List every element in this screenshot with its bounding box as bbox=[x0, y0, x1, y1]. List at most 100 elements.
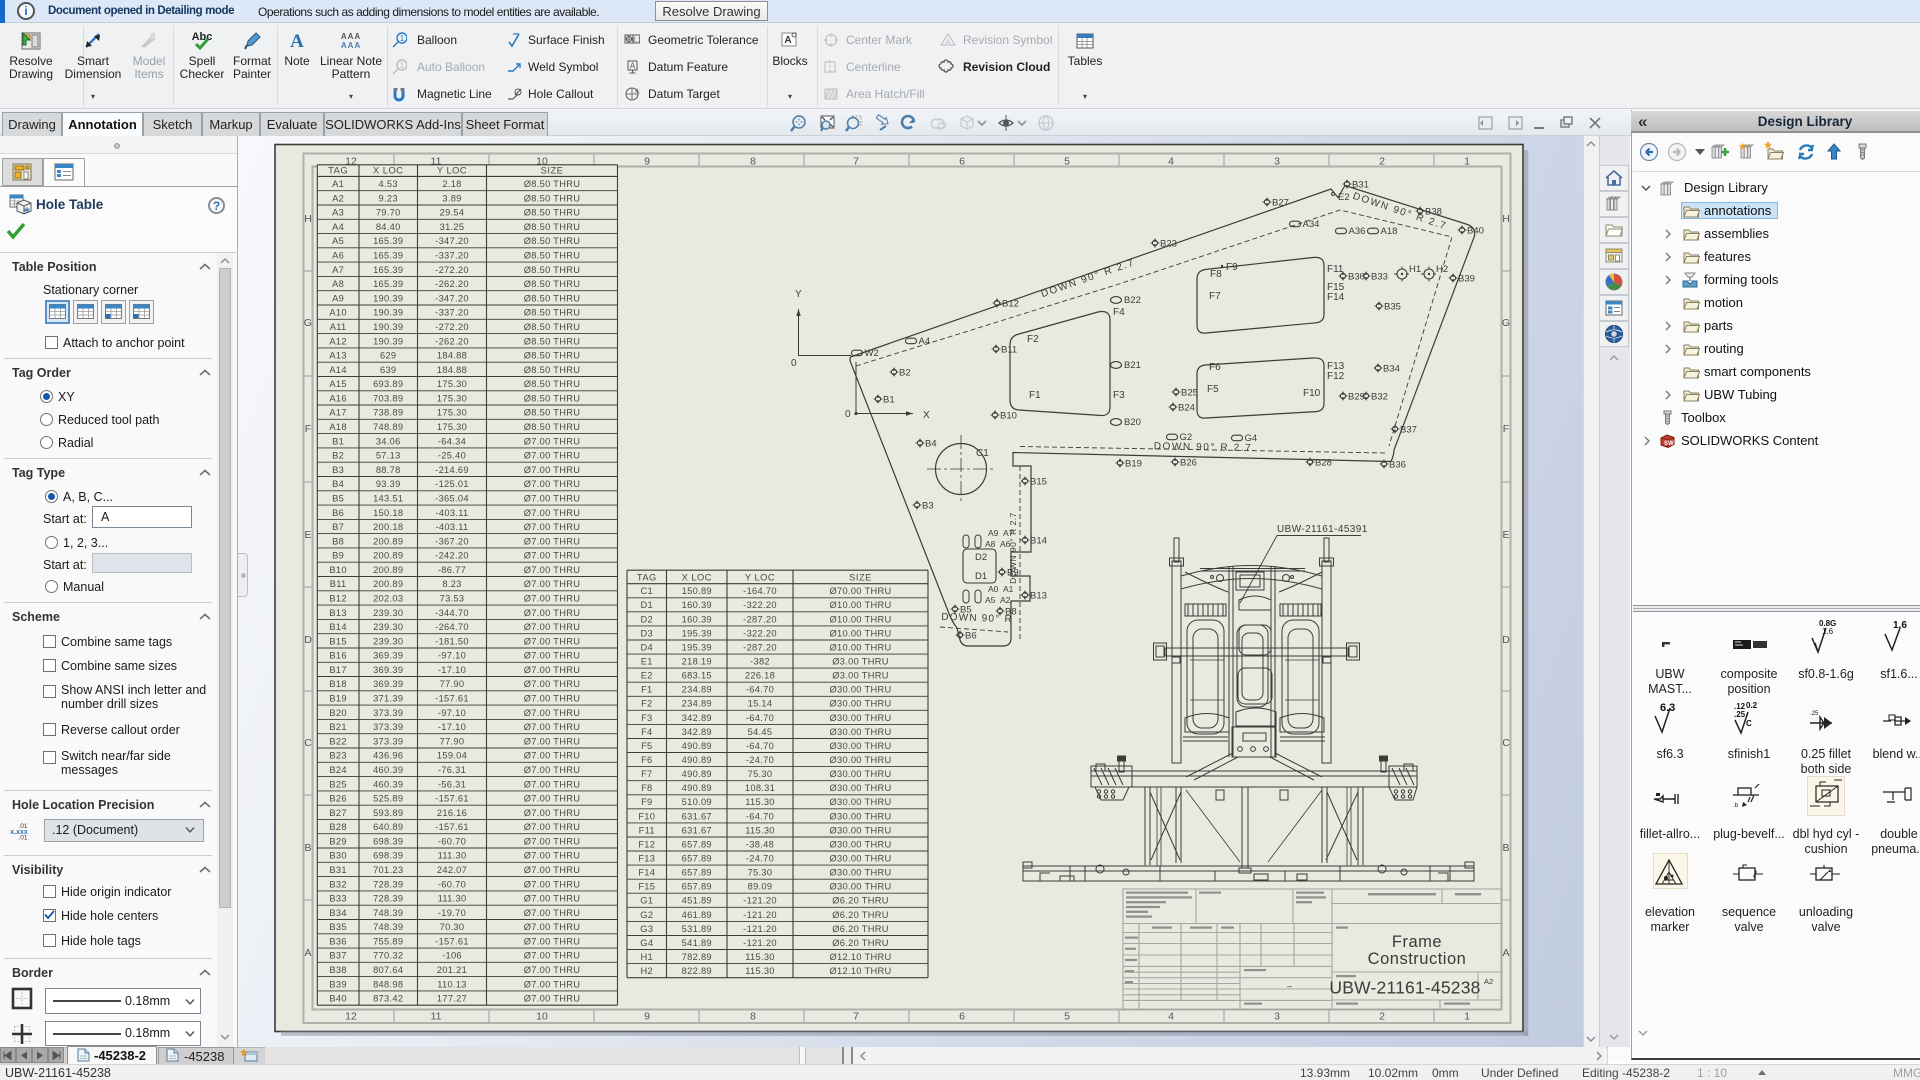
svg-text:Ø7.00 THRU: Ø7.00 THRU bbox=[524, 808, 581, 818]
svg-text:F10: F10 bbox=[1303, 388, 1321, 399]
svg-text:461.89: 461.89 bbox=[682, 910, 712, 920]
svg-text:190.39: 190.39 bbox=[373, 322, 403, 332]
svg-text:200.89: 200.89 bbox=[373, 551, 403, 561]
svg-text:165.39: 165.39 bbox=[373, 236, 403, 246]
svg-text:B8: B8 bbox=[332, 536, 344, 546]
svg-text:Ø7.00 THRU: Ø7.00 THRU bbox=[524, 579, 581, 589]
svg-text:7: 7 bbox=[853, 1011, 859, 1023]
svg-text:8: 8 bbox=[750, 156, 756, 168]
svg-text:B38: B38 bbox=[1425, 206, 1442, 217]
svg-text:G3: G3 bbox=[640, 924, 653, 934]
svg-text:G2: G2 bbox=[640, 910, 653, 920]
svg-text:Ø7.00 THRU: Ø7.00 THRU bbox=[524, 751, 581, 761]
svg-text:B2: B2 bbox=[899, 367, 911, 378]
svg-text:748.39: 748.39 bbox=[373, 922, 403, 932]
svg-text:79.70: 79.70 bbox=[376, 208, 401, 218]
svg-text:Ø10.00 THRU: Ø10.00 THRU bbox=[829, 643, 891, 653]
svg-text:B1: B1 bbox=[332, 436, 344, 446]
svg-text:807.64: 807.64 bbox=[373, 965, 403, 975]
svg-text:D: D bbox=[304, 634, 312, 646]
svg-text:525.89: 525.89 bbox=[373, 794, 403, 804]
svg-text:B4: B4 bbox=[332, 479, 344, 489]
svg-text:Ø7.00 THRU: Ø7.00 THRU bbox=[524, 636, 581, 646]
svg-text:B35: B35 bbox=[329, 922, 346, 932]
svg-text:B29: B29 bbox=[1348, 391, 1365, 402]
svg-text:-64.70: -64.70 bbox=[746, 713, 774, 723]
svg-text:75.30: 75.30 bbox=[748, 769, 773, 779]
svg-text:B30: B30 bbox=[1348, 271, 1365, 282]
svg-text:A5: A5 bbox=[985, 595, 996, 605]
svg-text:2.18: 2.18 bbox=[442, 179, 461, 189]
svg-text:Ø7.00 THRU: Ø7.00 THRU bbox=[524, 508, 581, 518]
svg-text:Y LOC: Y LOC bbox=[437, 165, 467, 175]
svg-text:703.89: 703.89 bbox=[373, 393, 403, 403]
svg-text:Ø7.00 THRU: Ø7.00 THRU bbox=[524, 479, 581, 489]
svg-text:239.30: 239.30 bbox=[373, 622, 403, 632]
svg-text:Ø12.10 THRU: Ø12.10 THRU bbox=[829, 966, 891, 976]
svg-text:-214.69: -214.69 bbox=[435, 465, 469, 475]
svg-text:-337.20: -337.20 bbox=[435, 251, 469, 261]
svg-text:0.2: 0.2 bbox=[1746, 701, 1758, 710]
svg-text:A7: A7 bbox=[332, 265, 344, 275]
svg-text:490.89: 490.89 bbox=[682, 783, 712, 793]
svg-text:-272.20: -272.20 bbox=[435, 322, 469, 332]
svg-text:Ø30.00 THRU: Ø30.00 THRU bbox=[829, 727, 891, 737]
svg-text:0.1: 0.1 bbox=[632, 37, 640, 44]
svg-text:B38: B38 bbox=[329, 965, 346, 975]
svg-text:B21: B21 bbox=[1124, 360, 1141, 371]
svg-text:B23: B23 bbox=[329, 751, 346, 761]
svg-text:728.39: 728.39 bbox=[373, 879, 403, 889]
svg-text:738.89: 738.89 bbox=[373, 408, 403, 418]
svg-text:AAA: AAA bbox=[341, 41, 361, 50]
svg-text:A2: A2 bbox=[332, 193, 344, 203]
svg-text:A0: A0 bbox=[988, 584, 999, 594]
svg-text:B18: B18 bbox=[329, 679, 346, 689]
svg-text:Ø7.00 THRU: Ø7.00 THRU bbox=[524, 665, 581, 675]
svg-text:698.39: 698.39 bbox=[373, 851, 403, 861]
svg-text:7: 7 bbox=[853, 156, 859, 168]
svg-text:H: H bbox=[304, 213, 312, 225]
svg-text:115.30: 115.30 bbox=[745, 825, 775, 835]
svg-text:B15: B15 bbox=[329, 636, 346, 646]
svg-text:Ø30.00 THRU: Ø30.00 THRU bbox=[829, 882, 891, 892]
svg-text:190.39: 190.39 bbox=[373, 293, 403, 303]
svg-text:234.89: 234.89 bbox=[682, 699, 712, 709]
svg-text:A: A bbox=[630, 62, 636, 71]
svg-text:Ø7.00 THRU: Ø7.00 THRU bbox=[524, 965, 581, 975]
svg-text:-403.11: -403.11 bbox=[436, 522, 469, 532]
svg-text:4: 4 bbox=[1168, 156, 1174, 168]
svg-text:Ø7.00 THRU: Ø7.00 THRU bbox=[524, 836, 581, 846]
svg-text:Ø30.00 THRU: Ø30.00 THRU bbox=[829, 854, 891, 864]
svg-text:143.51: 143.51 bbox=[373, 494, 403, 504]
svg-text:-365.04: -365.04 bbox=[435, 494, 469, 504]
svg-text:165.39: 165.39 bbox=[373, 251, 403, 261]
svg-text:Ø7.00 THRU: Ø7.00 THRU bbox=[524, 651, 581, 661]
svg-text:B19: B19 bbox=[1125, 458, 1142, 469]
svg-text:460.39: 460.39 bbox=[373, 779, 403, 789]
svg-text:G4: G4 bbox=[1245, 433, 1258, 444]
svg-text:4.53: 4.53 bbox=[379, 179, 398, 189]
svg-text:B13: B13 bbox=[1030, 590, 1047, 601]
svg-text:Frame: Frame bbox=[1392, 933, 1442, 951]
svg-text:Ø7.00 THRU: Ø7.00 THRU bbox=[524, 708, 581, 718]
svg-text:UBW-21161-45238: UBW-21161-45238 bbox=[1329, 978, 1480, 998]
svg-text:Y LOC: Y LOC bbox=[745, 573, 775, 583]
svg-text:242.07: 242.07 bbox=[437, 865, 467, 875]
svg-text:DOWN 90° R 2.7: DOWN 90° R 2.7 bbox=[1154, 441, 1253, 454]
svg-text:77.90: 77.90 bbox=[440, 679, 465, 689]
svg-text:177.27: 177.27 bbox=[437, 994, 467, 1004]
svg-text:200.89: 200.89 bbox=[373, 579, 403, 589]
svg-text:B11: B11 bbox=[330, 579, 347, 589]
svg-text:-322.20: -322.20 bbox=[743, 600, 777, 610]
svg-text:Ø30.00 THRU: Ø30.00 THRU bbox=[829, 755, 891, 765]
svg-text:-24.70: -24.70 bbox=[746, 854, 774, 864]
svg-text:F15: F15 bbox=[638, 882, 655, 892]
svg-text:Ø7.00 THRU: Ø7.00 THRU bbox=[524, 937, 581, 947]
svg-text:B6: B6 bbox=[332, 508, 344, 518]
svg-text:H1: H1 bbox=[1409, 264, 1421, 275]
svg-text:0: 0 bbox=[791, 358, 797, 369]
svg-text:195.39: 195.39 bbox=[682, 628, 712, 638]
svg-text:B9: B9 bbox=[1007, 567, 1019, 578]
svg-text:Ø30.00 THRU: Ø30.00 THRU bbox=[829, 699, 891, 709]
svg-text:-347.20: -347.20 bbox=[435, 293, 469, 303]
